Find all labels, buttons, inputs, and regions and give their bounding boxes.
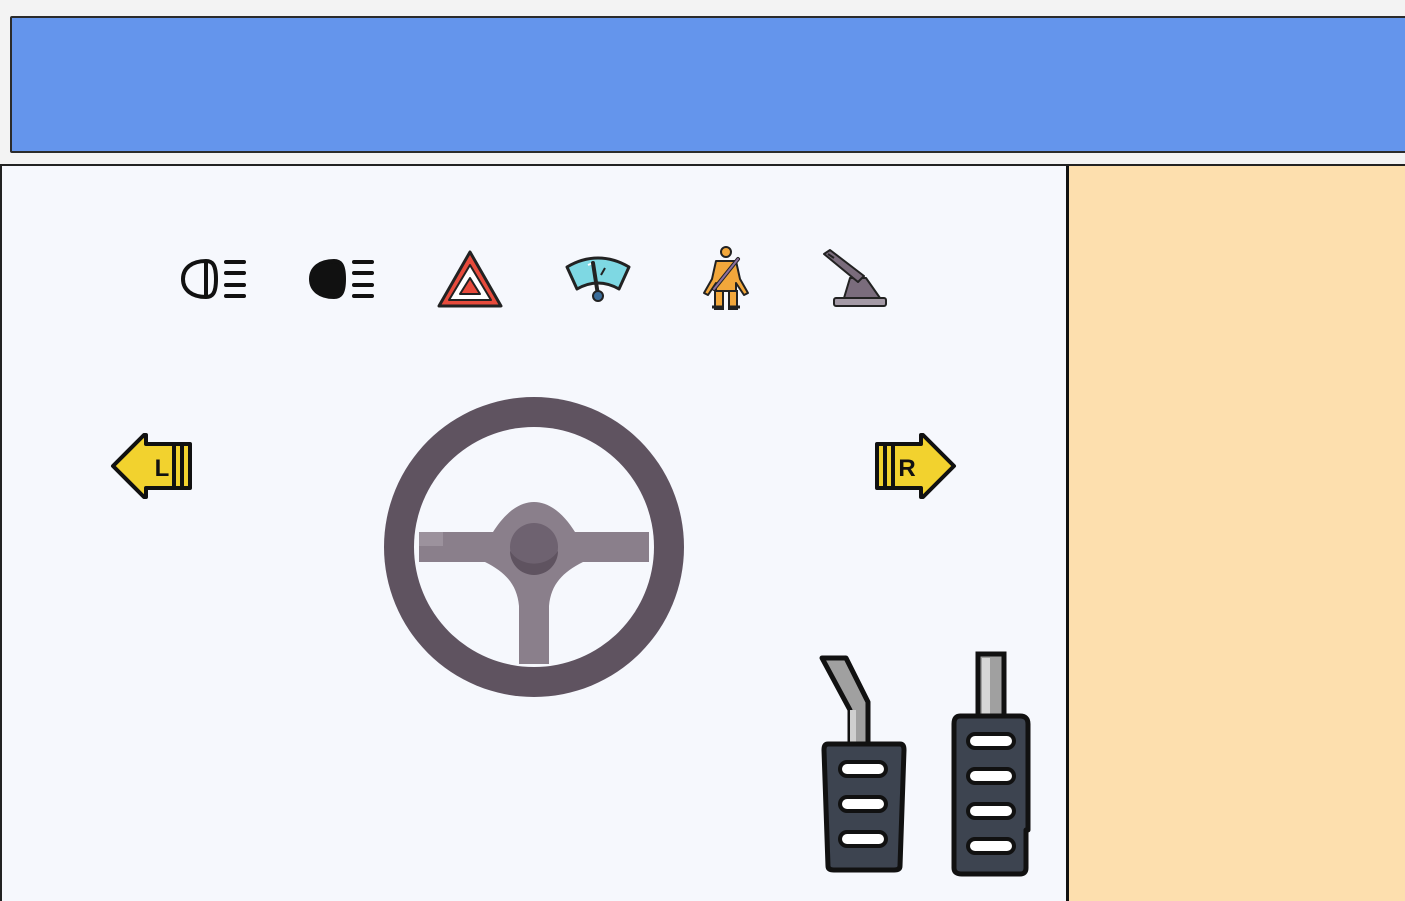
turn-right-label: R <box>898 455 915 482</box>
steering-wheel-icon[interactable] <box>383 396 685 698</box>
side-panel <box>1069 166 1405 901</box>
seatbelt-icon[interactable] <box>700 245 752 313</box>
brake-pedal-icon[interactable] <box>816 652 910 874</box>
windshield-wiper-icon[interactable] <box>563 253 633 305</box>
accelerator-pedal-icon[interactable] <box>948 648 1034 878</box>
turn-right-arrow-icon[interactable]: R <box>871 430 959 502</box>
high-beam-icon[interactable] <box>308 256 376 302</box>
low-beam-icon[interactable] <box>180 256 248 302</box>
turn-left-arrow-icon[interactable]: L <box>108 430 196 502</box>
hazard-warning-icon[interactable] <box>436 248 504 310</box>
header-bar <box>10 16 1405 153</box>
turn-left-label: L <box>155 455 170 482</box>
handbrake-icon[interactable] <box>820 248 890 310</box>
